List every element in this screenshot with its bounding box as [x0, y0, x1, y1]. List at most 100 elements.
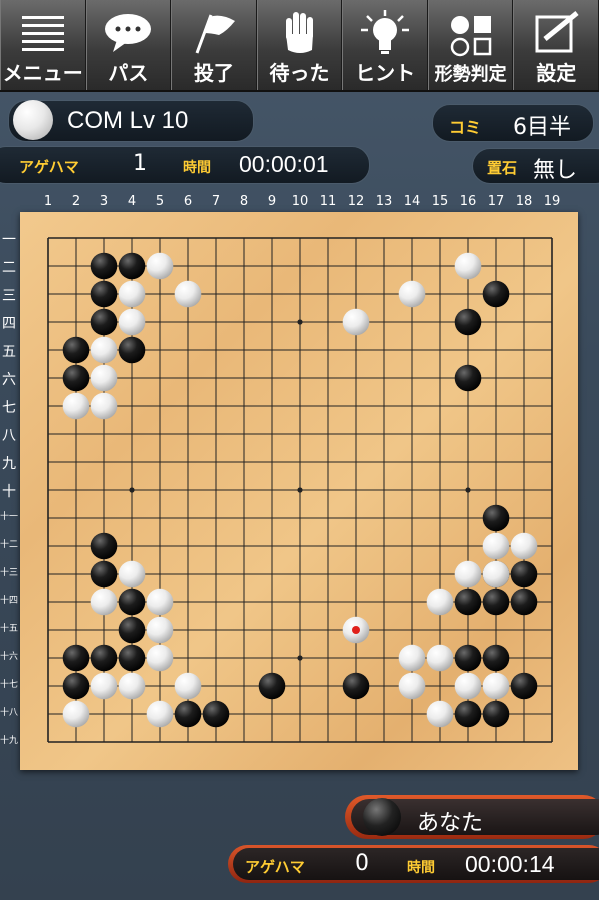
star-point — [297, 319, 303, 325]
white-stone — [118, 560, 146, 588]
white-stone — [146, 616, 174, 644]
judge-button[interactable]: 形勢判定 — [427, 0, 514, 90]
handicap-panel: 置石 無し — [472, 148, 599, 184]
black-stone — [62, 672, 90, 700]
toolbar: メニュー パス 投了 待った ヒント 形勢判定 設定 — [0, 0, 599, 92]
white-stone — [118, 280, 146, 308]
column-label: 17 — [487, 194, 505, 209]
row-label: 七 — [2, 400, 16, 416]
white-stone — [118, 672, 146, 700]
resign-label: 投了 — [193, 61, 234, 85]
black-stone — [454, 644, 482, 672]
row-label: 六 — [2, 372, 16, 388]
column-label: 2 — [71, 194, 81, 209]
checkbox-edit-icon — [533, 9, 579, 57]
player-name: あなた — [417, 811, 484, 836]
row-label: 一 — [2, 232, 16, 248]
handicap-label: 置石 — [487, 159, 518, 177]
black-stone — [482, 280, 510, 308]
white-stone — [454, 252, 482, 280]
undo-button[interactable]: 待った — [256, 0, 343, 90]
row-label: 十 — [2, 484, 16, 500]
row-label: 十四 — [0, 596, 19, 606]
black-stone — [510, 560, 538, 588]
white-stone — [174, 672, 202, 700]
column-label: 9 — [267, 194, 277, 209]
column-label: 15 — [431, 194, 449, 209]
white-stone — [90, 336, 118, 364]
row-label: 十七 — [0, 680, 19, 690]
black-stone — [90, 252, 118, 280]
black-stone — [454, 308, 482, 336]
player-time-label: 時間 — [407, 860, 435, 876]
menu-label: メニュー — [2, 61, 83, 85]
black-stone — [510, 588, 538, 616]
star-point — [297, 655, 303, 661]
settings-button[interactable]: 設定 — [513, 0, 599, 90]
black-stone-icon — [363, 798, 401, 836]
row-label: 十三 — [0, 568, 19, 578]
last-move-marker — [352, 626, 360, 634]
go-board[interactable] — [20, 212, 578, 770]
black-stone — [482, 700, 510, 728]
column-label: 18 — [515, 194, 533, 209]
white-stone — [426, 644, 454, 672]
black-stone — [342, 672, 370, 700]
black-stone — [118, 252, 146, 280]
black-stone — [454, 588, 482, 616]
white-stone — [398, 280, 426, 308]
white-stone — [146, 252, 174, 280]
opponent-captures-label: アゲハマ — [19, 158, 79, 176]
row-label: 五 — [2, 344, 16, 360]
white-stone — [62, 700, 90, 728]
column-label: 12 — [347, 194, 365, 209]
white-stone — [146, 644, 174, 672]
black-stone — [118, 336, 146, 364]
column-label: 5 — [155, 194, 165, 209]
hand-icon — [280, 9, 320, 57]
column-label: 10 — [291, 194, 309, 209]
column-label: 4 — [127, 194, 137, 209]
black-stone — [510, 672, 538, 700]
white-stone — [398, 644, 426, 672]
white-stone — [398, 672, 426, 700]
row-label: 二 — [2, 260, 16, 276]
settings-label: 設定 — [536, 61, 577, 85]
white-stone — [454, 560, 482, 588]
player-captures-value: 0 — [355, 851, 369, 876]
white-stone — [482, 672, 510, 700]
black-stone — [454, 364, 482, 392]
column-label: 8 — [239, 194, 249, 209]
column-label: 7 — [211, 194, 221, 209]
komi-label: コミ — [449, 118, 482, 137]
black-stone — [202, 700, 230, 728]
white-stone — [90, 588, 118, 616]
komi-value: 6目半 — [513, 115, 571, 140]
menu-button[interactable]: メニュー — [0, 0, 86, 90]
white-stone-icon — [13, 100, 53, 140]
lightbulb-icon — [359, 9, 411, 57]
undo-label: 待った — [269, 61, 330, 85]
opponent-time-value: 00:00:01 — [239, 151, 329, 177]
pass-button[interactable]: パス — [85, 0, 172, 90]
white-stone — [146, 700, 174, 728]
black-stone — [174, 700, 202, 728]
black-stone — [90, 308, 118, 336]
opponent-status-panel: アゲハマ 1 時間 00:00:01 — [0, 146, 370, 184]
column-label: 13 — [375, 194, 393, 209]
opponent-name: COM Lv 10 — [67, 107, 189, 134]
go-board-grid[interactable] — [20, 212, 578, 770]
black-stone — [62, 364, 90, 392]
white-stone — [482, 532, 510, 560]
row-label: 十九 — [0, 736, 19, 746]
black-stone — [90, 644, 118, 672]
judge-label: 形勢判定 — [434, 64, 507, 85]
player-captures-label: アゲハマ — [245, 858, 305, 876]
hint-label: ヒント — [355, 61, 416, 85]
column-label: 16 — [459, 194, 477, 209]
resign-button[interactable]: 投了 — [171, 0, 257, 90]
white-stone — [146, 588, 174, 616]
black-stone — [90, 280, 118, 308]
black-stone — [482, 588, 510, 616]
hint-button[interactable]: ヒント — [342, 0, 428, 90]
